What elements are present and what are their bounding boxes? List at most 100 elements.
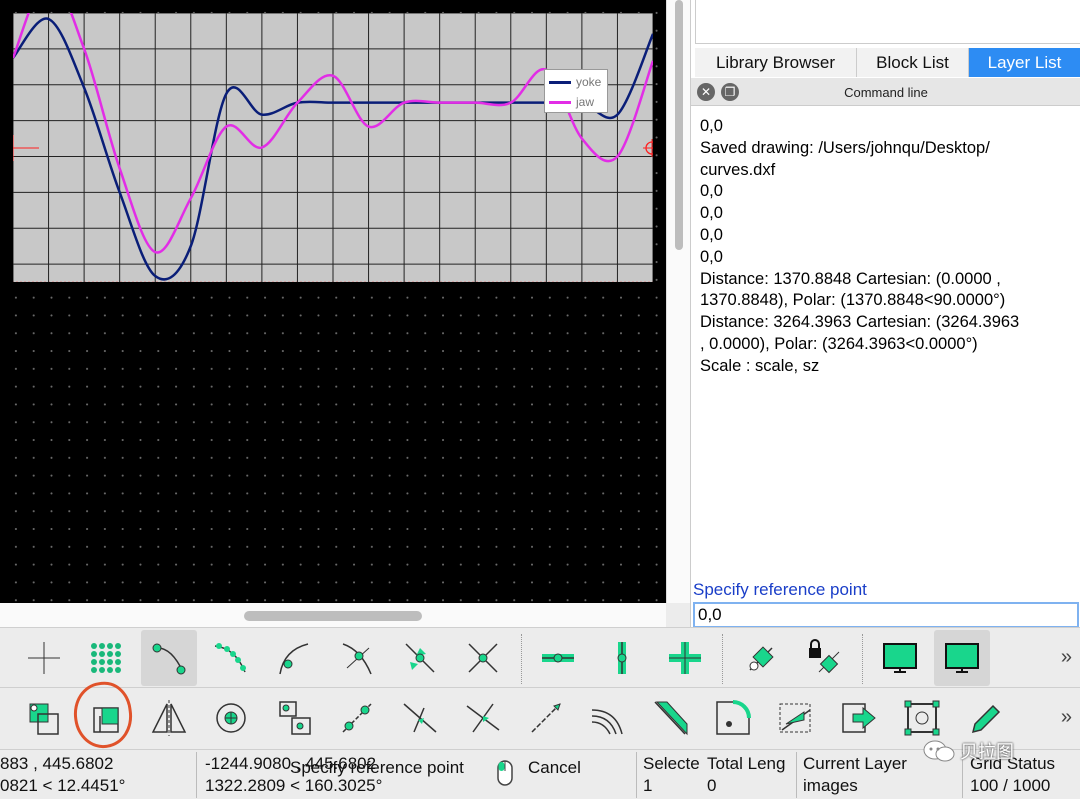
total-length-value: 0 xyxy=(707,776,717,795)
restrict-orthogonal-button[interactable] xyxy=(657,630,713,686)
cancel-hint: Cancel xyxy=(528,758,581,777)
rotate-two-icon xyxy=(279,701,311,735)
current-layer-label: Current Layer xyxy=(803,754,907,773)
snap-intersection-button[interactable] xyxy=(455,630,511,686)
legend-item-yoke: yoke xyxy=(549,73,601,91)
command-line-title: Command line xyxy=(844,85,928,100)
drawing-canvas[interactable]: yoke jaw xyxy=(0,0,666,603)
offset-button[interactable] xyxy=(580,690,636,746)
trim-button[interactable] xyxy=(392,690,448,746)
snap-grid-button[interactable] xyxy=(78,630,134,686)
command-output: 0,0 Saved drawing: /Users/johnqu/Desktop… xyxy=(700,116,1076,378)
lengthen-button[interactable] xyxy=(518,690,574,746)
legend-swatch-jaw xyxy=(549,100,571,104)
selected-count: 1 xyxy=(643,776,653,795)
canvas-vertical-scrollbar[interactable] xyxy=(666,0,690,603)
tab-block-list[interactable]: Block List xyxy=(857,48,969,77)
snap-free-button[interactable] xyxy=(16,630,72,686)
lock-relative-zero-button[interactable] xyxy=(797,630,853,686)
restrict-horizontal-button[interactable] xyxy=(530,630,586,686)
output-line: 1370.8848), Polar: (1370.8848<90.0000°) xyxy=(700,291,1006,310)
total-length-label: Total Leng xyxy=(707,754,786,773)
toolbar-separator xyxy=(722,634,723,684)
vertical-scroll-thumb[interactable] xyxy=(675,0,683,250)
snap-center-button[interactable] xyxy=(266,630,322,686)
relative-zero-button[interactable] xyxy=(734,630,790,686)
mouse-icon xyxy=(495,758,515,793)
snap-toolbar: » xyxy=(0,627,1080,687)
toolbar-separator xyxy=(862,634,863,684)
snap-endpoint-button[interactable] xyxy=(141,630,197,686)
command-prompt: Specify reference point xyxy=(693,580,867,599)
pencil-icon xyxy=(971,704,1001,734)
move-copy-icon xyxy=(29,703,59,735)
round-icon xyxy=(716,700,751,735)
snap-distance-button[interactable] xyxy=(392,630,448,686)
snap-distance-icon xyxy=(405,643,435,673)
round-button[interactable] xyxy=(705,690,761,746)
move-copy-button[interactable] xyxy=(16,690,72,746)
output-line: 0,0 xyxy=(700,247,723,266)
output-line: 0,0 xyxy=(700,117,723,135)
status-separator xyxy=(196,752,197,798)
chat-bubbles-icon xyxy=(923,740,955,762)
lengthen-icon xyxy=(531,703,561,733)
snap-on-entity-icon xyxy=(214,643,246,673)
chart-legend: yoke jaw xyxy=(544,69,608,113)
legend-swatch-yoke xyxy=(549,80,571,84)
bevel-icon xyxy=(654,701,688,736)
stretch-icon xyxy=(779,703,811,733)
toggle-display-button[interactable] xyxy=(872,630,928,686)
output-line: curves.dxf xyxy=(700,160,776,179)
tab-layer-list[interactable]: Layer List xyxy=(969,48,1080,77)
status-prompt: Specify reference point xyxy=(290,758,464,777)
snap-center-icon xyxy=(279,643,309,675)
status-separator xyxy=(796,752,797,798)
move-rotate-button[interactable] xyxy=(329,690,385,746)
tab-library-browser[interactable]: Library Browser xyxy=(695,48,857,77)
rotate2-button[interactable] xyxy=(266,690,322,746)
modify-toolbar: » xyxy=(0,687,1080,749)
absolute-coordinate: 883 , 445.6802 xyxy=(0,754,114,773)
snap-on-entity-button[interactable] xyxy=(203,630,259,686)
plot-image xyxy=(13,13,653,282)
snap-middle-icon xyxy=(342,643,372,675)
rotate-icon xyxy=(216,703,246,733)
stretch-button[interactable] xyxy=(768,690,824,746)
grid-status-value: 100 / 1000 xyxy=(970,776,1051,795)
scale-button[interactable] xyxy=(78,690,134,746)
restrict-horizontal-icon xyxy=(542,653,574,663)
crosshair-icon xyxy=(28,642,60,674)
current-layer-value: images xyxy=(803,776,858,795)
move-rotate-icon xyxy=(342,703,372,733)
dock-top-panel xyxy=(695,0,1080,44)
explode-icon xyxy=(842,703,876,733)
snap-middle-button[interactable] xyxy=(329,630,385,686)
offset-icon xyxy=(591,709,623,735)
snap-endpoint-icon xyxy=(152,643,186,675)
selected-label: Selecte xyxy=(643,754,700,773)
trim2-button[interactable] xyxy=(455,690,511,746)
canvas-horizontal-scrollbar[interactable] xyxy=(0,603,666,627)
command-input[interactable] xyxy=(693,602,1079,628)
legend-label-jaw: jaw xyxy=(576,95,595,109)
horizontal-scroll-thumb[interactable] xyxy=(244,611,422,621)
explode-button[interactable] xyxy=(831,690,887,746)
bevel-button[interactable] xyxy=(643,690,699,746)
toggle-draft-button[interactable] xyxy=(934,630,990,686)
more-tools-icon[interactable]: » xyxy=(1061,646,1072,669)
rotate-button[interactable] xyxy=(203,690,259,746)
entity-properties-icon xyxy=(904,700,940,736)
right-dock: Library Browser Block List Layer List ✕ … xyxy=(690,0,1080,628)
relative-zero-icon xyxy=(749,646,774,671)
restrict-vertical-button[interactable] xyxy=(594,630,650,686)
monitor-icon xyxy=(883,643,917,673)
absolute-polar-coordinate: 0821 < 12.4451° xyxy=(0,776,126,795)
more-tools-icon[interactable]: » xyxy=(1061,706,1072,729)
legend-label-yoke: yoke xyxy=(576,75,602,89)
mirror-button[interactable] xyxy=(141,690,197,746)
trim-two-icon xyxy=(466,703,500,733)
dock-tabs: Library Browser Block List Layer List xyxy=(695,48,1080,77)
output-line: , 0.0000), Polar: (3264.3963<0.0000°) xyxy=(700,334,978,353)
snap-intersection-icon xyxy=(468,643,498,673)
